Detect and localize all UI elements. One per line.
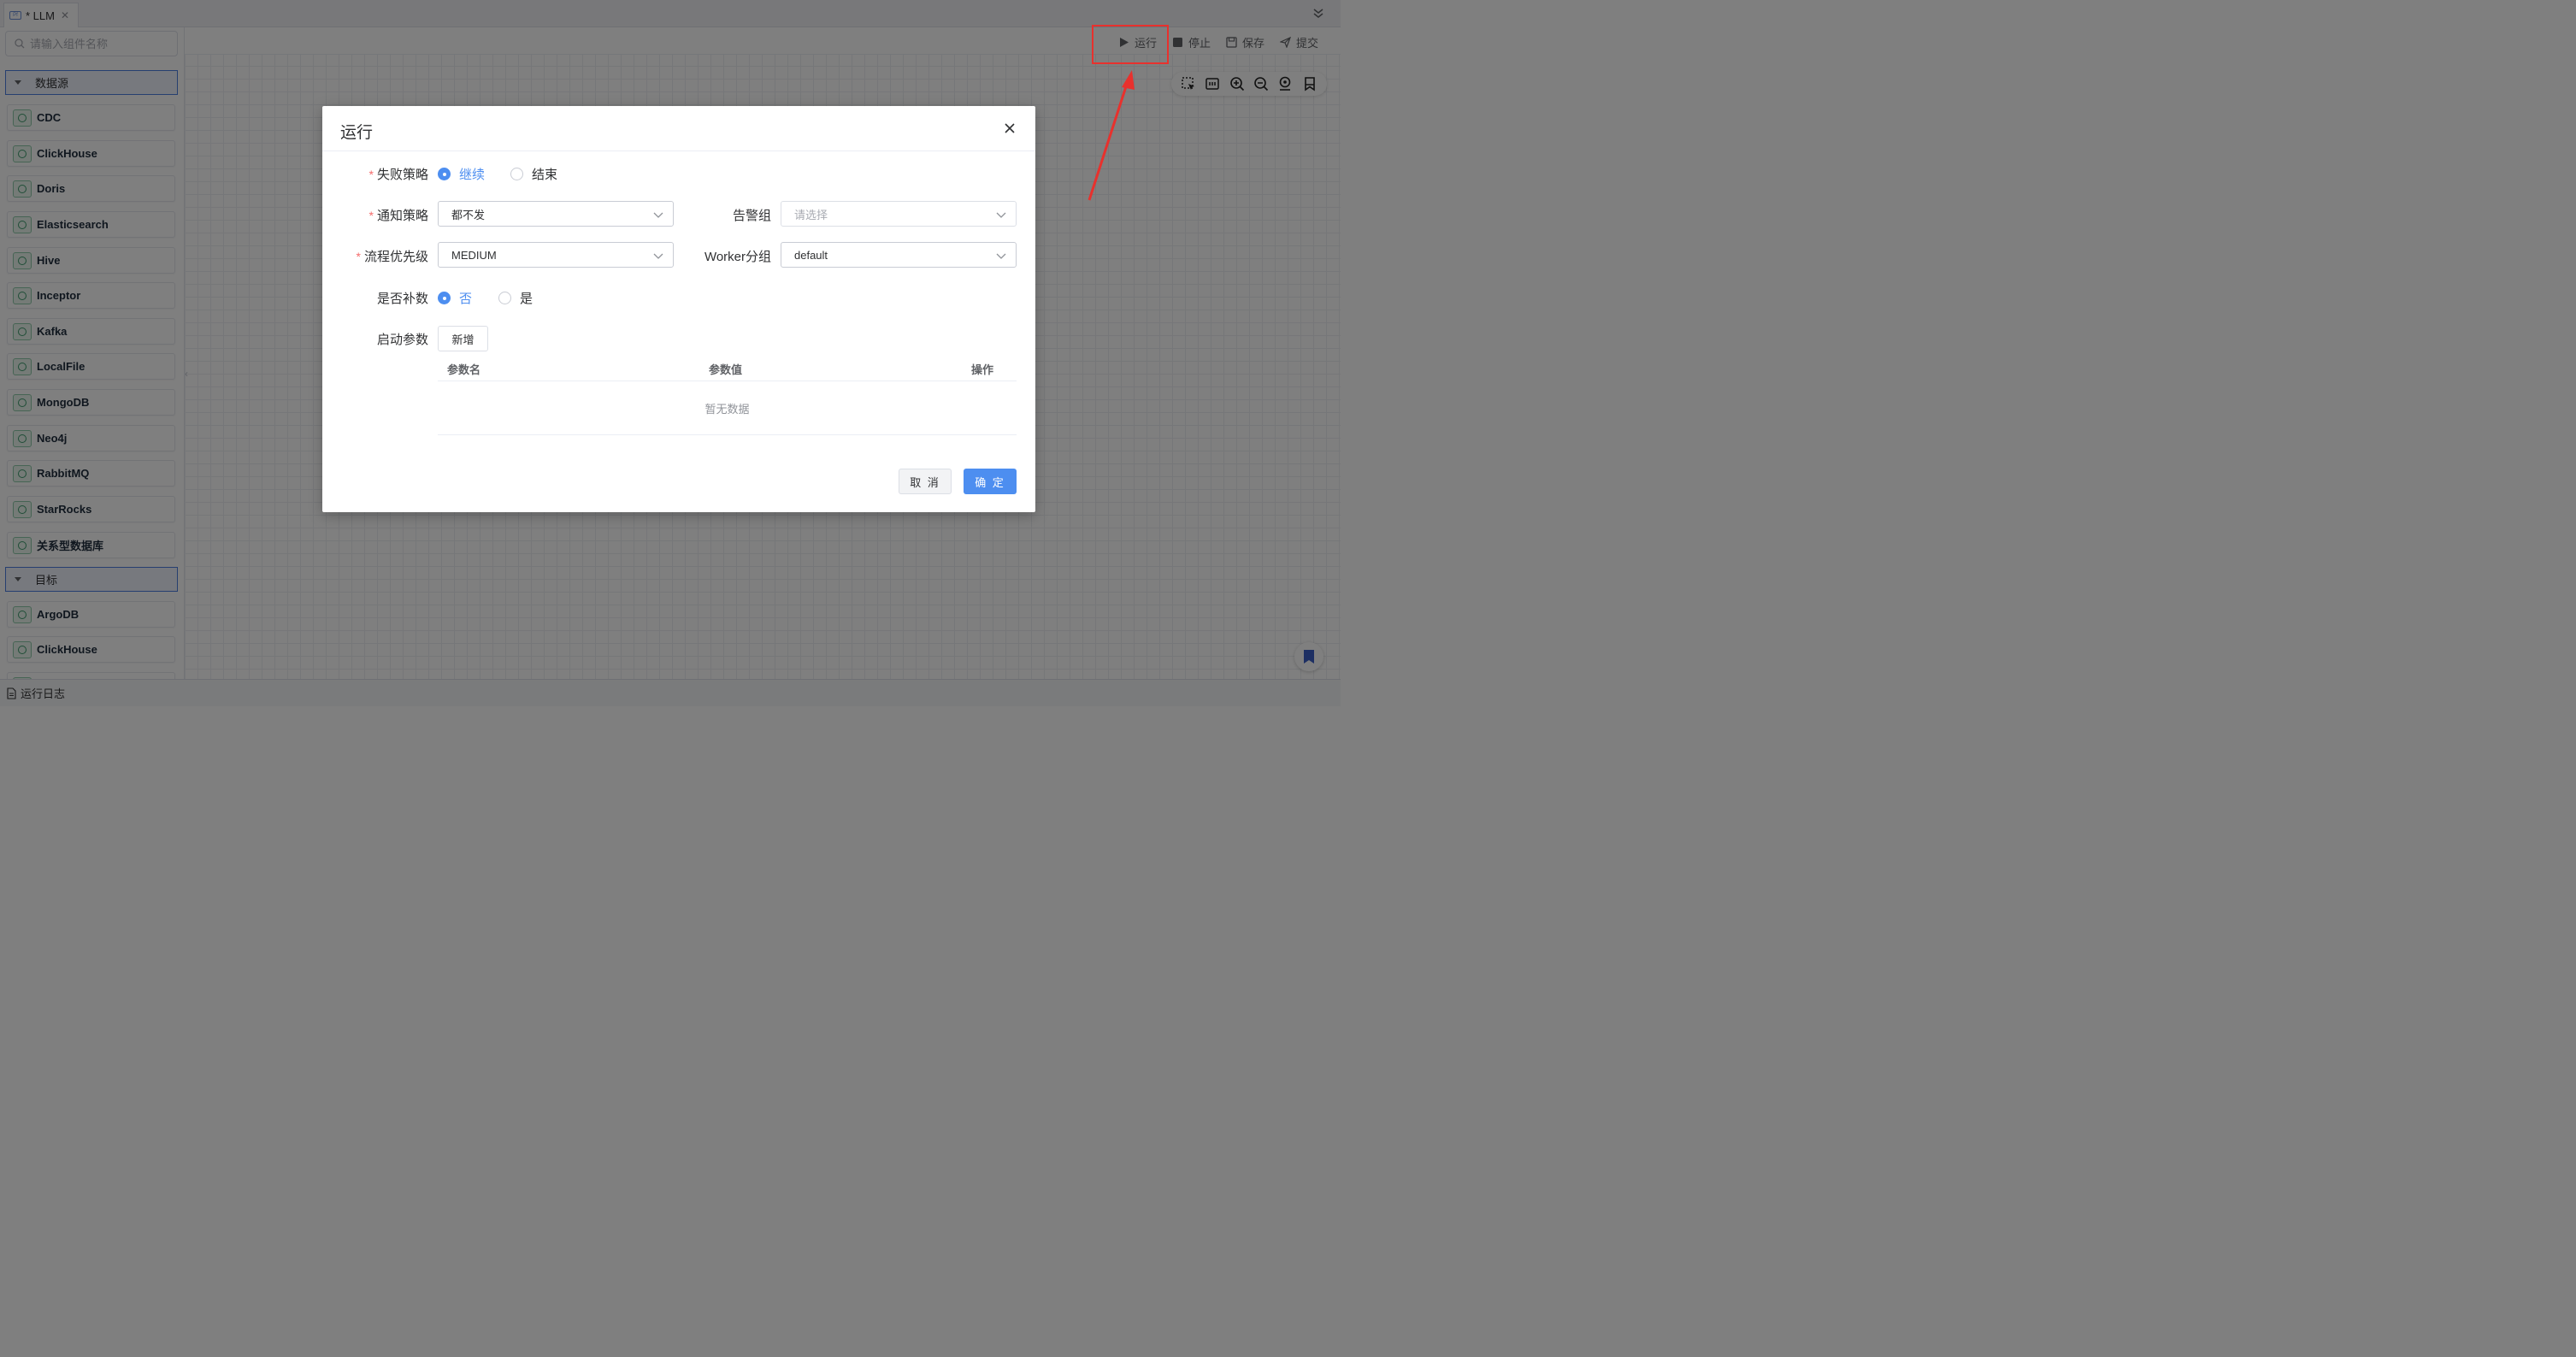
- run-button-highlight: [1092, 25, 1169, 64]
- radio-label: 继续: [459, 168, 486, 182]
- chevron-down-icon: [996, 253, 1006, 259]
- start-params-label: 启动参数: [376, 333, 428, 347]
- chevron-down-icon: [996, 212, 1006, 218]
- radio-label: 否: [459, 292, 473, 306]
- column-header: 参数名: [447, 363, 481, 376]
- select-placeholder: 请选择: [794, 208, 828, 221]
- alert-group-select[interactable]: 请选择: [781, 201, 1017, 227]
- worker-group-label: Worker分组: [704, 250, 771, 264]
- radio-dot: [498, 292, 511, 304]
- table-header: 参数名 参数值 操作: [438, 355, 1017, 381]
- radio-end[interactable]: 结束: [510, 165, 557, 183]
- confirm-button[interactable]: 确 定: [964, 469, 1017, 494]
- priority-select[interactable]: MEDIUM: [438, 242, 674, 268]
- worker-group-select[interactable]: default: [781, 242, 1017, 268]
- column-header: 参数值: [709, 363, 743, 376]
- select-value: 都不发: [451, 208, 486, 221]
- priority-label: * 流程优先级: [356, 250, 428, 264]
- select-value: MEDIUM: [451, 248, 497, 262]
- notify-strategy-select[interactable]: 都不发: [438, 201, 674, 227]
- add-param-button[interactable]: 新增: [438, 326, 488, 351]
- chevron-down-icon: [653, 212, 663, 218]
- radio-dot: [510, 168, 523, 180]
- annotation-arrow: [1088, 70, 1135, 201]
- failure-strategy-label: * 失败策略: [368, 168, 428, 182]
- run-dialog: 运行 * 失败策略 继续 结束 * 通知策略 都不发 告警组 请选择 * 流程优先级 …: [322, 106, 1035, 512]
- chevron-down-icon: [653, 253, 663, 259]
- radio-dot: [438, 292, 451, 304]
- select-value: default: [794, 248, 828, 262]
- backfill-label: 是否补数: [376, 292, 428, 306]
- column-header: 操作: [971, 363, 994, 376]
- radio-yes[interactable]: 是: [498, 289, 533, 307]
- alert-group-label: 告警组: [732, 209, 771, 223]
- radio-continue[interactable]: 继续: [438, 165, 485, 183]
- params-table: 参数名 参数值 操作 暂无数据: [438, 355, 1017, 435]
- empty-text: 暂无数据: [704, 403, 750, 416]
- radio-label: 结束: [532, 168, 558, 182]
- radio-no[interactable]: 否: [438, 289, 472, 307]
- dialog-title: 运行: [340, 124, 374, 142]
- cancel-button[interactable]: 取 消: [899, 469, 952, 494]
- notify-strategy-label: * 通知策略: [368, 209, 428, 223]
- dialog-header: 运行: [322, 106, 1035, 151]
- radio-label: 是: [520, 292, 533, 306]
- close-icon[interactable]: [1002, 121, 1017, 136]
- radio-dot: [438, 168, 451, 180]
